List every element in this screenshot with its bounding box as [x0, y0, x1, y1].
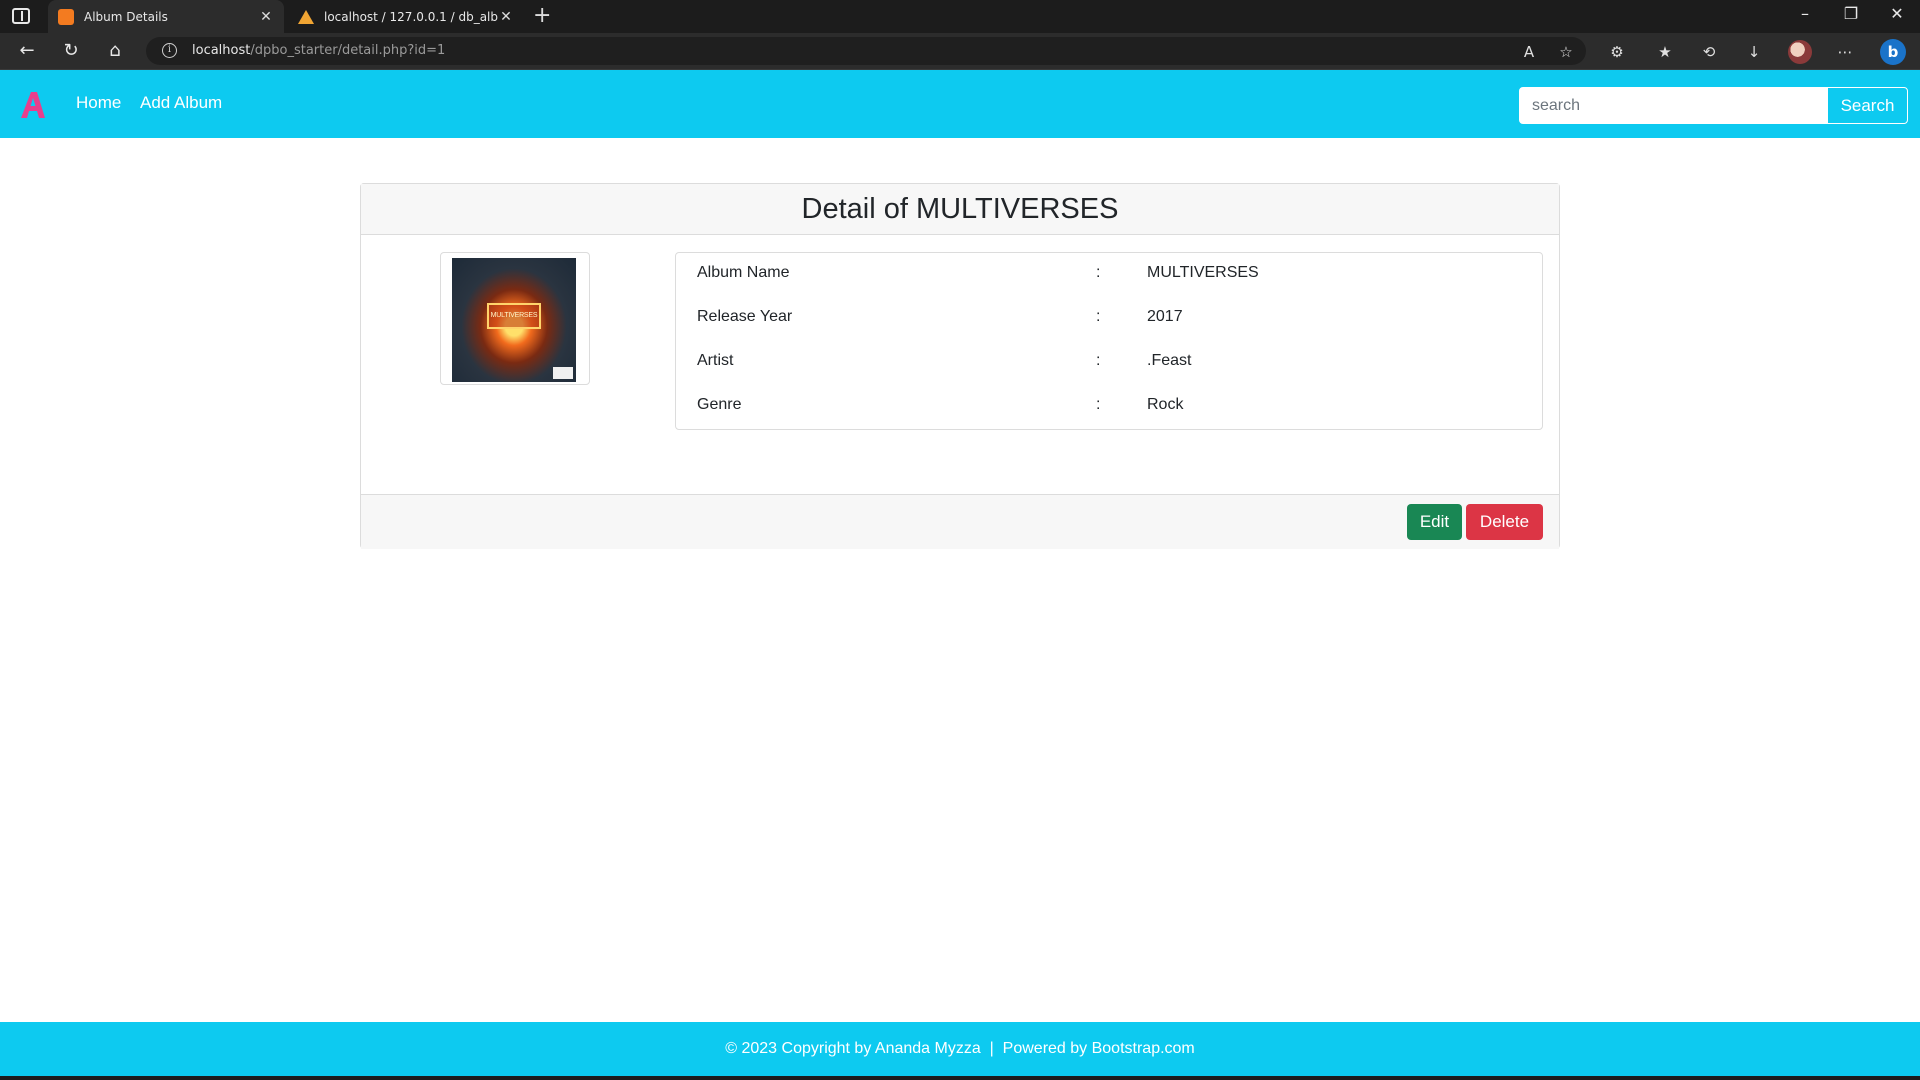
nav-link-add-album[interactable]: Add Album: [140, 93, 222, 113]
url-path: /dpbo_starter/detail.php?id=1: [250, 43, 446, 58]
navbar: Home Add Album Search: [0, 70, 1920, 138]
delete-button[interactable]: Delete: [1466, 504, 1543, 540]
page-title: Detail of MULTIVERSES: [801, 193, 1119, 225]
browser-tabstrip: Album Details ✕ localhost / 127.0.0.1 / …: [0, 0, 1920, 33]
close-tab-icon[interactable]: ✕: [258, 9, 274, 25]
detail-separator: :: [1096, 352, 1101, 369]
detail-label: Album Name: [697, 264, 790, 281]
url-text: localhost/dpbo_starter/detail.php?id=1: [192, 43, 445, 58]
edit-button[interactable]: Edit: [1407, 504, 1462, 540]
tab-title: Album Details: [84, 9, 168, 24]
site-info-icon[interactable]: i: [162, 43, 177, 58]
close-window-icon[interactable]: ✕: [1882, 4, 1912, 23]
detail-value: Rock: [1147, 396, 1184, 413]
search-button[interactable]: Search: [1827, 87, 1908, 124]
album-cover-thumbnail: MULTIVERSES: [440, 252, 590, 385]
detail-separator: :: [1096, 264, 1101, 281]
detail-separator: :: [1096, 396, 1101, 413]
cover-title: MULTIVERSES: [487, 303, 541, 329]
brand-logo-icon[interactable]: [18, 90, 48, 120]
page-footer: © 2023 Copyright by Ananda Myzza | Power…: [0, 1022, 1920, 1076]
restore-icon[interactable]: ❐: [1836, 4, 1866, 23]
xampp-icon: [58, 8, 74, 25]
detail-label: Release Year: [697, 308, 793, 325]
detail-separator: :: [1096, 308, 1101, 325]
favorites-icon[interactable]: ★: [1654, 41, 1676, 63]
detail-row-album-name: Album Name : MULTIVERSES: [676, 253, 1542, 297]
window-bottom-edge: [0, 1076, 1920, 1080]
profile-avatar[interactable]: [1788, 40, 1812, 64]
back-icon[interactable]: ←: [15, 39, 39, 63]
detail-row-release-year: Release Year : 2017: [676, 297, 1542, 341]
detail-value: .Feast: [1147, 352, 1192, 369]
tab-album-details[interactable]: Album Details ✕: [48, 0, 284, 33]
label-logo-icon: [553, 367, 573, 379]
minimize-icon[interactable]: –: [1790, 4, 1820, 23]
new-tab-icon[interactable]: +: [533, 3, 551, 28]
nav-link-home[interactable]: Home: [76, 93, 121, 113]
tab-title: localhost / 127.0.0.1 / db_album: [324, 9, 498, 24]
extensions-icon[interactable]: ⚙: [1606, 41, 1628, 63]
more-options-icon[interactable]: ⋯: [1834, 41, 1856, 63]
detail-row-genre: Genre : Rock: [676, 385, 1542, 429]
album-detail-card: Detail of MULTIVERSES MULTIVERSES Album …: [360, 183, 1560, 549]
footer-text: © 2023 Copyright by Ananda Myzza | Power…: [725, 1040, 1195, 1057]
detail-label: Genre: [697, 396, 742, 413]
tab-phpmyadmin[interactable]: localhost / 127.0.0.1 / db_album ✕: [288, 0, 524, 33]
phpmyadmin-icon: [298, 9, 314, 24]
search-input[interactable]: [1519, 87, 1827, 124]
detail-row-artist: Artist : .Feast: [676, 341, 1542, 385]
album-cover-image: MULTIVERSES: [452, 258, 576, 382]
url-host: localhost: [192, 43, 251, 58]
refresh-icon[interactable]: ↻: [59, 39, 83, 63]
read-aloud-icon[interactable]: A: [1518, 41, 1540, 63]
tab-actions-icon[interactable]: [12, 8, 30, 24]
url-field[interactable]: i localhost/dpbo_starter/detail.php?id=1: [146, 37, 1586, 65]
add-favorite-icon[interactable]: ☆: [1555, 41, 1577, 63]
bing-copilot-icon[interactable]: b: [1880, 39, 1906, 65]
detail-value: 2017: [1147, 308, 1183, 325]
card-footer: Edit Delete: [361, 494, 1559, 549]
close-tab-icon[interactable]: ✕: [498, 9, 514, 25]
downloads-icon[interactable]: ↓: [1743, 41, 1765, 63]
history-icon[interactable]: ⟲: [1698, 41, 1720, 63]
home-icon[interactable]: ⌂: [103, 39, 127, 63]
card-header: Detail of MULTIVERSES: [361, 184, 1559, 235]
detail-label: Artist: [697, 352, 734, 369]
detail-value: MULTIVERSES: [1147, 264, 1259, 281]
address-bar: ← ↻ ⌂ i localhost/dpbo_starter/detail.ph…: [0, 33, 1920, 70]
album-details-list: Album Name : MULTIVERSES Release Year : …: [675, 252, 1543, 430]
